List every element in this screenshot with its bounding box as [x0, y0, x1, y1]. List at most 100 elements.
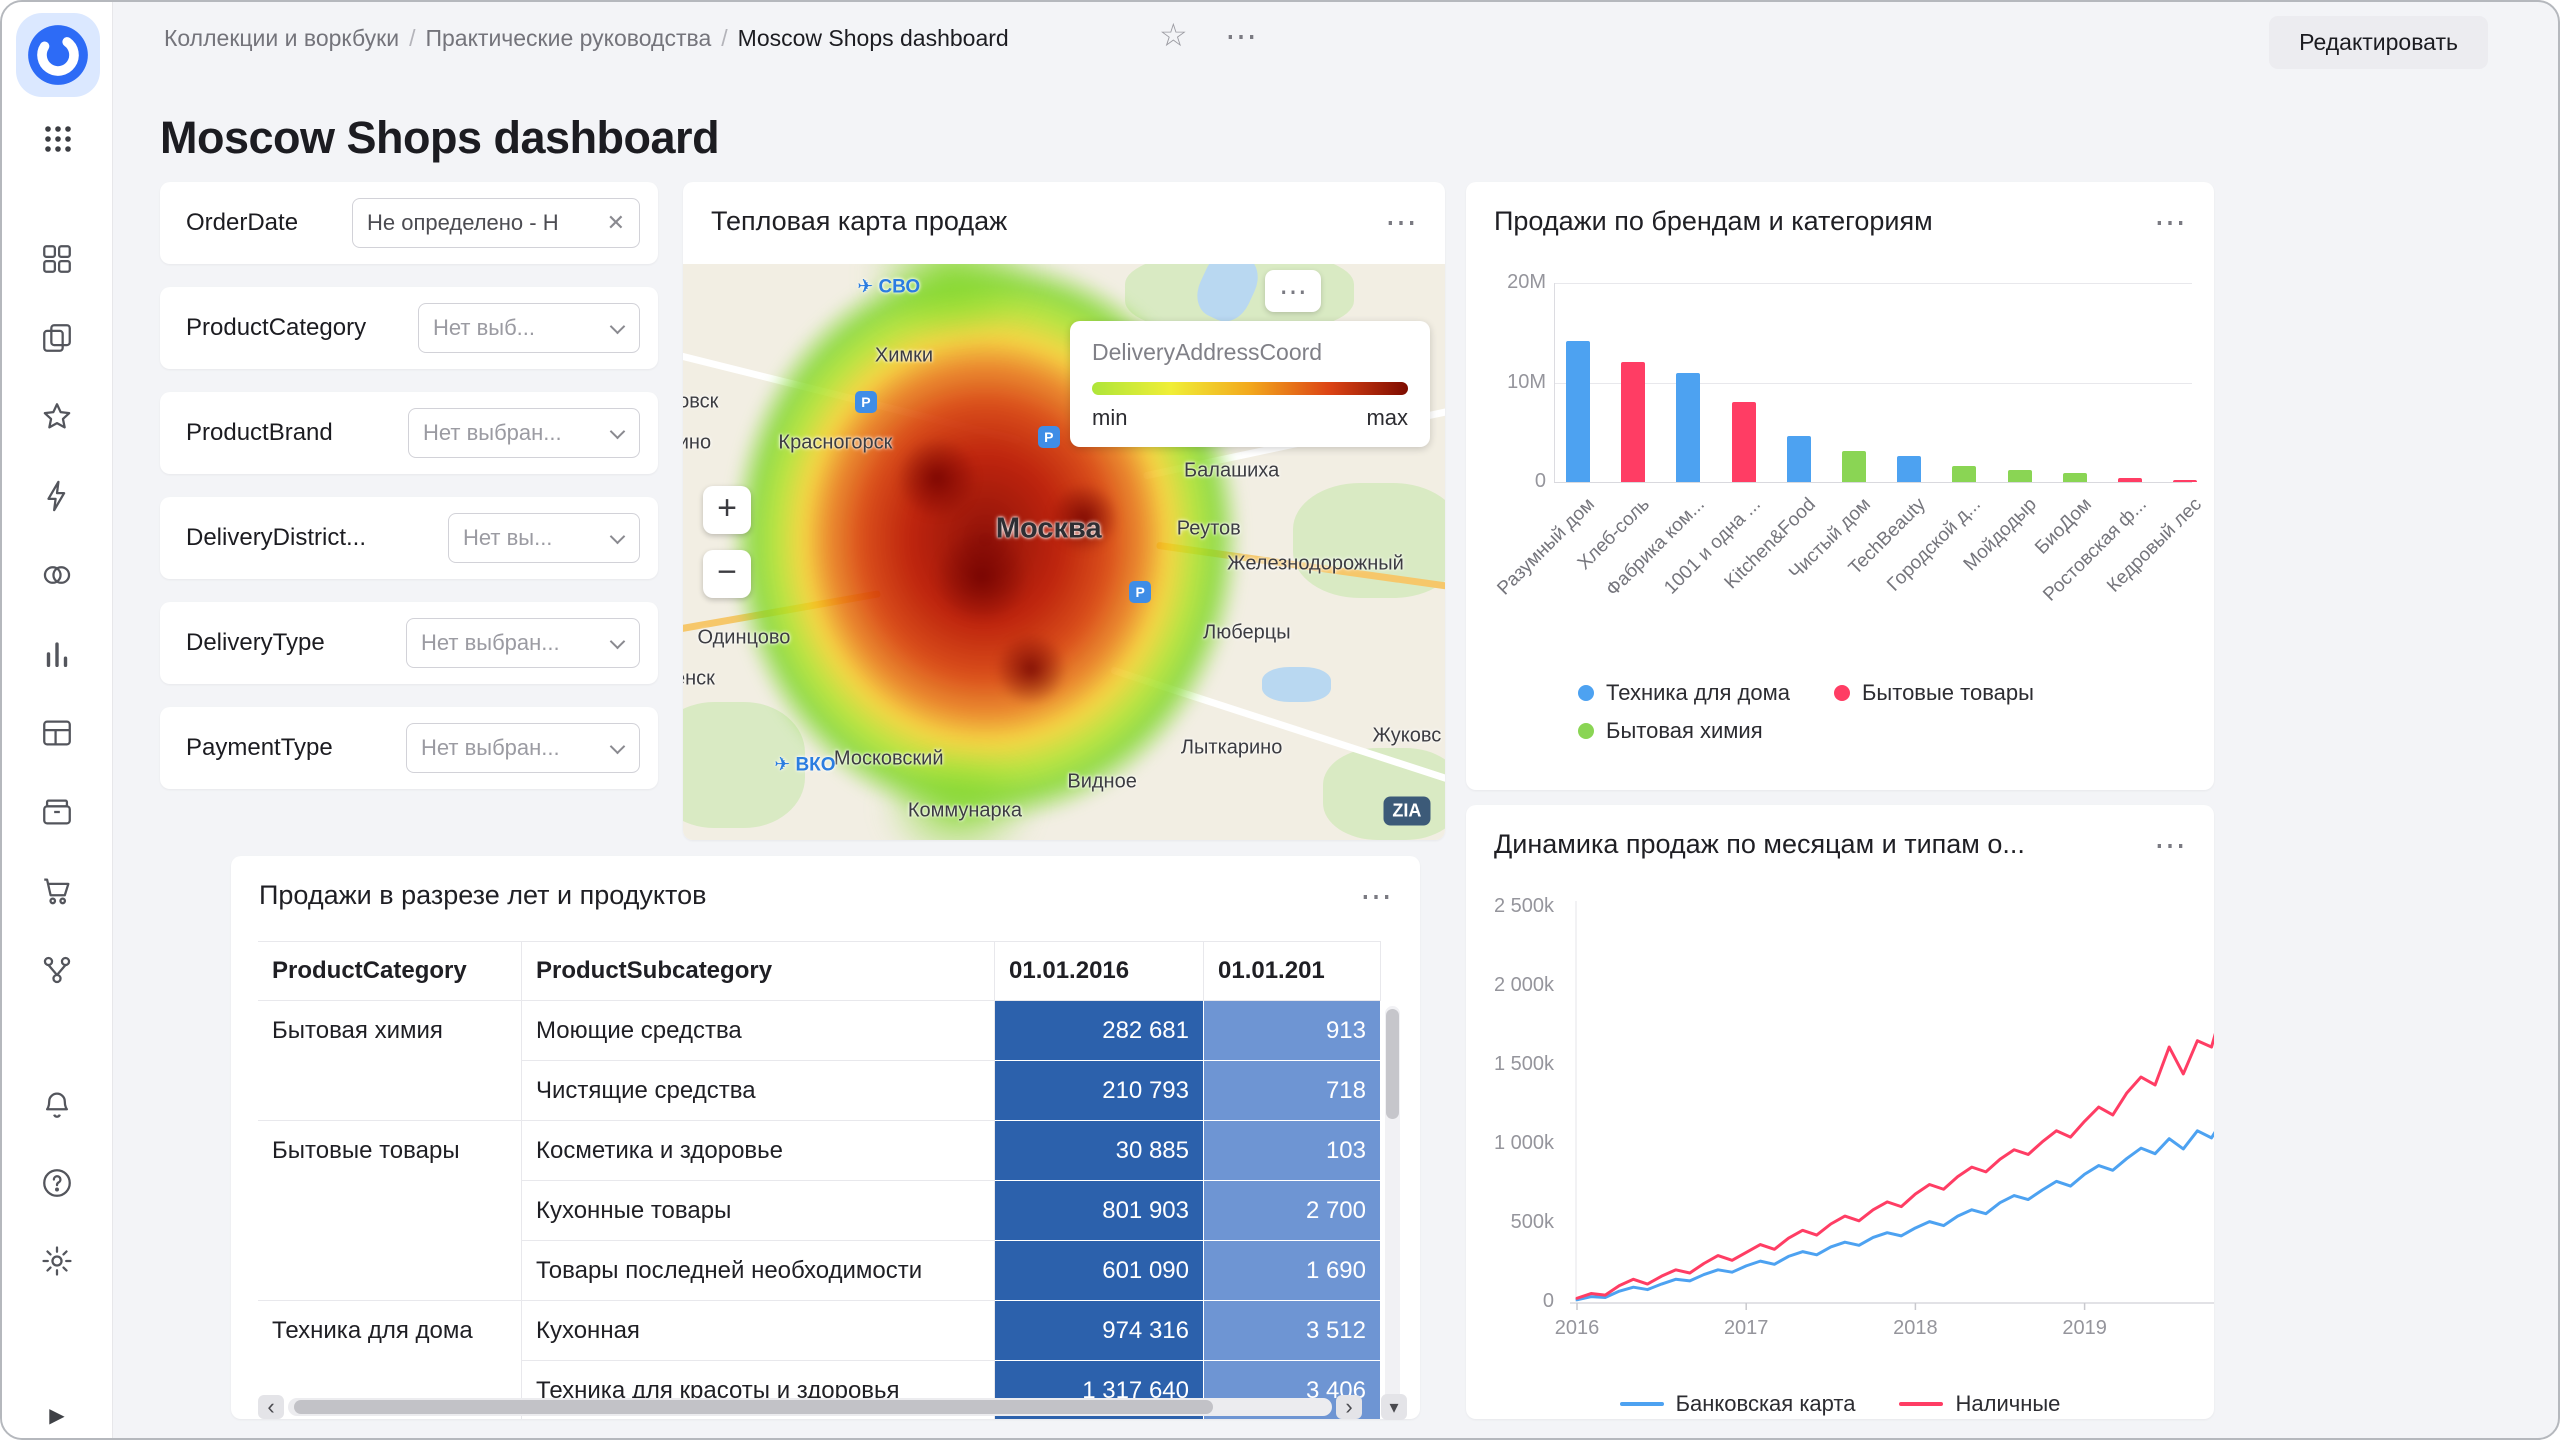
bar-12[interactable]	[2173, 480, 2197, 482]
map-label-airport: ✈ СВО	[857, 276, 920, 299]
map-label-airport-badge: ZIA	[1383, 797, 1430, 826]
map-options-icon[interactable]: ⋯	[1265, 270, 1321, 312]
bar-8[interactable]	[1952, 466, 1976, 482]
map-label-city: Химки	[875, 345, 933, 368]
filter-control[interactable]: Нет выбран...	[406, 618, 640, 668]
table-vertical-scrollbar[interactable]	[1385, 1006, 1400, 1407]
legend-item[interactable]: Бытовые товары	[1834, 680, 2034, 706]
heatmap-legend-title: DeliveryAddressCoord	[1092, 339, 1408, 366]
filter-control[interactable]: Нет выбран...	[406, 723, 640, 773]
category-cell: Бытовая химия	[258, 1001, 522, 1121]
zoom-out-button[interactable]: −	[703, 550, 751, 598]
map-label-city: Красногорск	[778, 431, 892, 454]
connections-lightning-icon[interactable]	[40, 479, 74, 513]
breadcrumb-item[interactable]: Коллекции и воркбуки	[164, 25, 399, 51]
bar-7[interactable]	[1897, 456, 1921, 482]
heatmap-map[interactable]: P P P ✈ СВОХимкиКрасногорсковскиноМосква…	[683, 264, 1445, 840]
map-road	[683, 345, 1021, 444]
datasets-circles-icon[interactable]	[40, 558, 74, 592]
scrollbar-thumb[interactable]	[1386, 1009, 1399, 1119]
map-label-airport: ✈ ВКО	[774, 754, 835, 777]
filter-control[interactable]: Нет выбран...	[408, 408, 640, 458]
filter-control[interactable]: Не определено - Н✕	[352, 198, 640, 248]
collections-icon[interactable]	[40, 242, 74, 276]
bar-10[interactable]	[2063, 473, 2087, 482]
notifications-bell-icon[interactable]	[40, 1088, 74, 1122]
line-chart-card: Динамика продаж по месяцам и типам о... …	[1466, 805, 2214, 1419]
legend-item[interactable]: Банковская карта	[1620, 1391, 1856, 1417]
filter-control[interactable]: Нет вы...	[448, 513, 640, 563]
clear-icon[interactable]: ✕	[607, 210, 625, 236]
heatmap-menu-icon[interactable]: ⋯	[1385, 206, 1417, 238]
breadcrumb-item[interactable]: Практические руководства	[425, 25, 711, 51]
line-chart-svg	[1562, 891, 2214, 1321]
map-label-city: Балашиха	[1184, 460, 1279, 483]
filter-control[interactable]: Нет выб...	[418, 303, 640, 353]
filter-label: PaymentType	[186, 734, 333, 762]
subcategory-cell: Косметика и здоровье	[522, 1121, 995, 1181]
bar-chart-card: Продажи по брендам и категориям ⋯ 20M10M…	[1466, 182, 2214, 790]
bar-11[interactable]	[2118, 478, 2142, 482]
edit-button[interactable]: Редактировать	[2269, 16, 2488, 69]
scrollbar-thumb[interactable]	[294, 1400, 1213, 1414]
apps-grid-icon[interactable]	[41, 122, 75, 156]
filter-value: Нет выбран...	[421, 630, 560, 656]
bar-6[interactable]	[1842, 451, 1866, 482]
filter-value: Нет выбран...	[421, 735, 560, 761]
filter-value: Нет вы...	[463, 525, 552, 551]
favorite-star-icon[interactable]: ☆	[1159, 16, 1188, 54]
legend-item[interactable]: Бытовая химия	[1578, 718, 1763, 744]
filters-panel: OrderDate Не определено - Н✕ ProductCatego…	[160, 182, 658, 812]
bar-9[interactable]	[2008, 470, 2032, 482]
table-card: Продажи в разрезе лет и продуктов ⋯ Prod…	[231, 856, 1420, 1419]
scroll-right-icon[interactable]: ›	[1336, 1395, 1362, 1419]
charts-icon[interactable]	[40, 637, 74, 671]
legend-item[interactable]: Наличные	[1899, 1391, 2060, 1417]
scroll-down-icon[interactable]: ▾	[1381, 1394, 1407, 1420]
storage-box-icon[interactable]	[40, 795, 74, 829]
datalens-logo-icon[interactable]	[26, 23, 90, 87]
marketplace-cart-icon[interactable]	[40, 874, 74, 908]
table-title: Продажи в разрезе лет и продуктов	[259, 880, 706, 911]
bar-3[interactable]	[1676, 373, 1700, 482]
legend-label: Банковская карта	[1676, 1391, 1856, 1417]
legend-dot	[1834, 685, 1850, 701]
zoom-in-button[interactable]: +	[703, 486, 751, 534]
value-cell-2017: 3 512	[1204, 1301, 1381, 1361]
favorites-star-icon[interactable]	[40, 400, 74, 434]
sidebar-expand-icon[interactable]: ▶	[42, 1402, 72, 1428]
bar-5[interactable]	[1787, 436, 1811, 482]
y-axis-label: 1 500k	[1470, 1053, 1554, 1076]
map-label-city: Люберцы	[1203, 621, 1290, 644]
dashboards-table-icon[interactable]	[40, 716, 74, 750]
heatmap-card: Тепловая карта продаж ⋯	[683, 182, 1445, 840]
filter-label: ProductCategory	[186, 314, 366, 342]
chevron-down-icon	[610, 738, 626, 754]
map-poi-marker: P	[855, 391, 877, 413]
scroll-left-icon[interactable]: ‹	[258, 1395, 284, 1419]
breadcrumb-menu-icon[interactable]: ⋯	[1225, 20, 1257, 52]
services-flow-icon[interactable]	[40, 953, 74, 987]
bar-1[interactable]	[1566, 341, 1590, 482]
scrollbar-track[interactable]	[288, 1398, 1332, 1416]
breadcrumb: Коллекции и воркбуки / Практические руково…	[160, 25, 1013, 52]
settings-gear-icon[interactable]	[40, 1244, 74, 1278]
table-menu-icon[interactable]: ⋯	[1360, 880, 1392, 912]
filter-label: OrderDate	[186, 209, 298, 237]
legend-line	[1899, 1402, 1943, 1406]
bar-4[interactable]	[1732, 402, 1756, 482]
x-axis-label: 2016	[1542, 1317, 1612, 1340]
table-row: Бытовые товарыКосметика и здоровье30 885…	[258, 1121, 1381, 1181]
help-icon[interactable]	[40, 1166, 74, 1200]
workbooks-icon[interactable]	[40, 321, 74, 355]
sidebar-bottom-nav	[2, 1088, 112, 1278]
map-label-city: Московский	[834, 748, 944, 771]
legend-item[interactable]: Техника для дома	[1578, 680, 1790, 706]
breadcrumb-separator: /	[721, 25, 727, 51]
bar-2[interactable]	[1621, 362, 1645, 482]
heatmap-legend-min: min	[1092, 405, 1127, 431]
subcategory-cell: Товары последней необходимости	[522, 1241, 995, 1301]
map-label-city: Жуковс	[1373, 725, 1442, 748]
table-horizontal-scrollbar[interactable]: ‹ ›	[258, 1395, 1362, 1419]
y-axis-label: 2 000k	[1470, 974, 1554, 997]
